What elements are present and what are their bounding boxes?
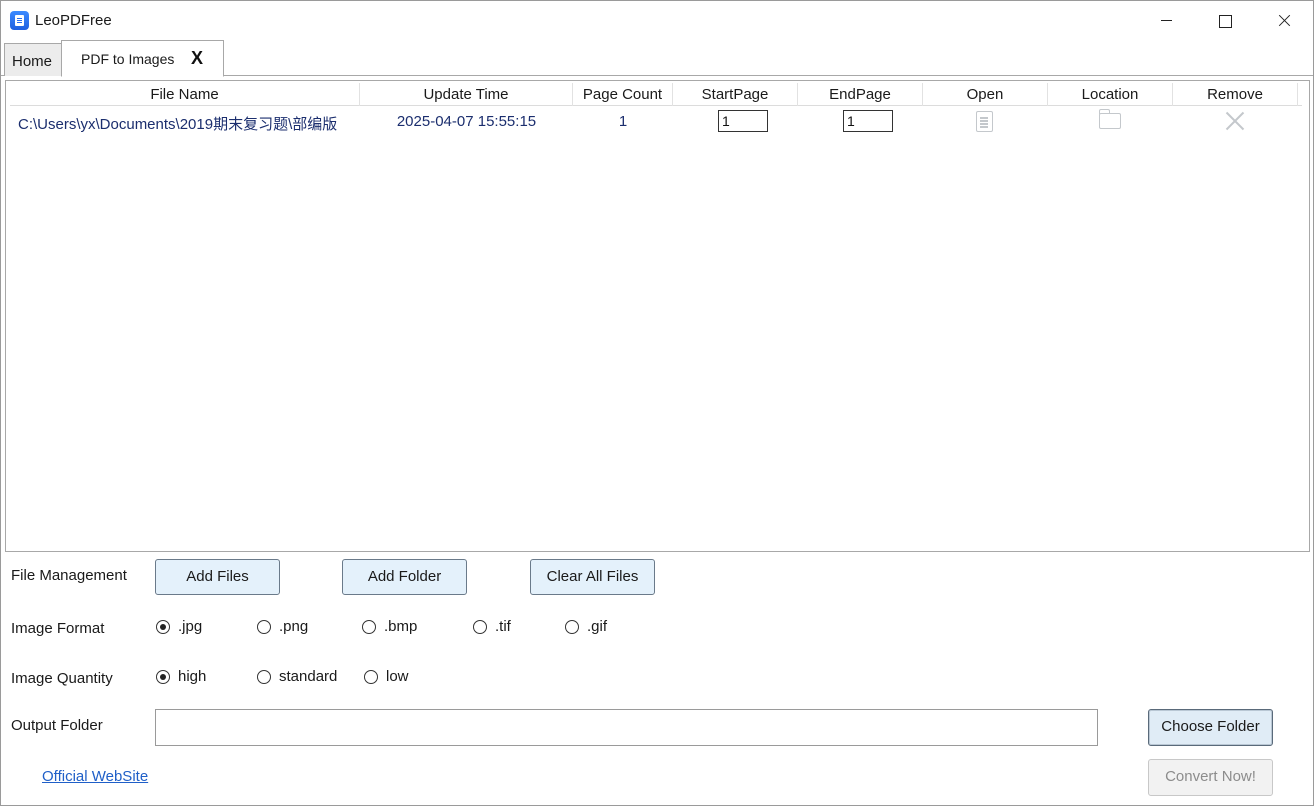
document-icon[interactable] [976, 111, 993, 132]
official-website-link[interactable]: Official WebSite [42, 768, 148, 785]
clear-all-files-button[interactable]: Clear All Files [530, 559, 655, 595]
choose-folder-button[interactable]: Choose Folder [1148, 709, 1273, 746]
file-name-cell: C:\Users\yx\Documents\2019期末复习题\部编版 [18, 116, 338, 133]
tab-pdf-to-images-label: PDF to Images [81, 51, 175, 67]
radio-unselected-icon [257, 670, 271, 684]
table-row[interactable]: C:\Users\yx\Documents\2019期末复习题\部编版 2025… [10, 107, 1302, 135]
column-header-location[interactable]: Location [1048, 83, 1173, 106]
image-quantity-label: Image Quantity [11, 670, 113, 687]
column-header-update-time[interactable]: Update Time [360, 83, 573, 106]
location-cell [1048, 107, 1173, 135]
file-management-label: File Management [11, 567, 127, 584]
output-folder-input[interactable] [155, 709, 1098, 746]
close-icon[interactable] [1225, 111, 1245, 131]
radio-unselected-icon [362, 620, 376, 634]
radio-selected-icon [156, 670, 170, 684]
tab-strip: Home PDF to Images X [1, 40, 1313, 77]
page-count-cell: 1 [618, 113, 628, 130]
add-files-button[interactable]: Add Files [155, 559, 280, 595]
radio-unselected-icon [473, 620, 487, 634]
title-bar: LeoPDFree [1, 1, 1313, 39]
open-cell [923, 107, 1048, 135]
radio-unselected-icon [257, 620, 271, 634]
tab-pdf-to-images[interactable]: PDF to Images X [61, 40, 224, 77]
tab-home-label: Home [12, 53, 53, 70]
app-logo-icon [10, 11, 29, 30]
add-folder-button[interactable]: Add Folder [342, 559, 467, 595]
format-radio-label: .jpg [178, 618, 203, 635]
output-folder-label: Output Folder [11, 717, 103, 734]
app-window: LeoPDFree Home PDF to Images X File Name… [0, 0, 1314, 806]
close-window-button[interactable] [1253, 1, 1311, 39]
image-format-label: Image Format [11, 620, 105, 637]
format-radio-label: .gif [587, 618, 608, 635]
column-header-start-page[interactable]: StartPage [673, 83, 798, 106]
column-header-open[interactable]: Open [923, 83, 1048, 106]
quantity-radio-label: low [386, 668, 409, 685]
format-radio-label: .bmp [384, 618, 418, 635]
folder-icon[interactable] [1098, 109, 1121, 129]
radio-unselected-icon [565, 620, 579, 634]
start-page-cell [673, 107, 798, 135]
convert-now-button[interactable]: Convert Now! [1148, 759, 1273, 796]
radio-selected-icon [156, 620, 170, 634]
remove-cell [1173, 107, 1298, 135]
minimize-button[interactable] [1137, 1, 1195, 39]
table-header: File Name Update Time Page Count StartPa… [10, 83, 1302, 106]
column-header-page-count[interactable]: Page Count [573, 83, 673, 106]
tab-close-button[interactable]: X [191, 48, 203, 69]
end-page-cell [798, 107, 923, 135]
file-table: File Name Update Time Page Count StartPa… [5, 80, 1310, 552]
format-radio-label: .tif [495, 618, 511, 635]
update-time-cell: 2025-04-07 15:55:15 [396, 113, 537, 130]
quantity-radio-label: high [178, 668, 207, 685]
column-header-file-name[interactable]: File Name [10, 83, 360, 106]
radio-unselected-icon [364, 670, 378, 684]
column-header-end-page[interactable]: EndPage [798, 83, 923, 106]
tab-home[interactable]: Home [4, 43, 62, 76]
column-header-remove[interactable]: Remove [1173, 83, 1298, 106]
quantity-radio-label: standard [279, 668, 338, 685]
start-page-input[interactable] [718, 110, 768, 132]
maximize-button[interactable] [1195, 1, 1253, 39]
window-title: LeoPDFree [35, 12, 112, 29]
format-radio-label: .png [279, 618, 309, 635]
end-page-input[interactable] [843, 110, 893, 132]
